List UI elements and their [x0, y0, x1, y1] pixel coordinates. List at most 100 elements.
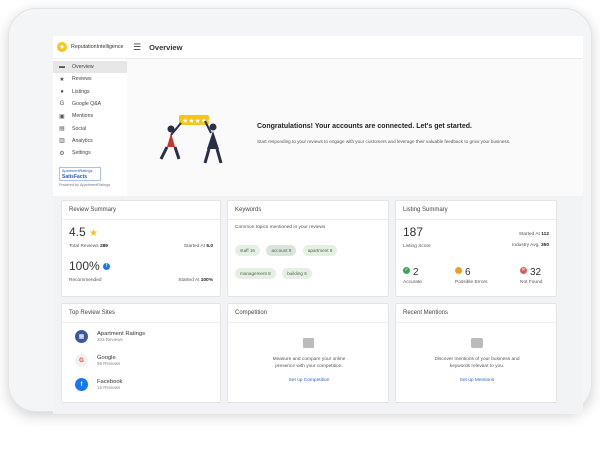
setup-mentions-link[interactable]: Set up Mentions: [396, 378, 558, 383]
notfound-stat: ✕ 32 Not Found: [520, 262, 542, 285]
keyword-chip[interactable]: management 8: [235, 268, 276, 279]
recommended-row: 100% f: [69, 259, 111, 273]
sidebar-item-overview[interactable]: ▬ Overview: [53, 61, 127, 74]
sidebar-item-label: Google Q&A: [72, 101, 102, 108]
card-title: Recent Mentions: [396, 304, 556, 323]
sidebar-item-label: Reviews: [72, 76, 92, 83]
listing-score-label: Listing Score: [403, 244, 431, 249]
google-icon: G: [75, 354, 88, 367]
mentions-text: Discover mentions of your business and k…: [434, 357, 520, 369]
setup-competition-link[interactable]: Set up Competition: [228, 378, 390, 383]
menu-icon[interactable]: ☰: [133, 42, 141, 53]
sidebar-item-settings[interactable]: ⚙ Settings: [53, 147, 127, 159]
notfound-label: Not Found: [520, 280, 543, 285]
started-at: Started At 112: [519, 232, 549, 237]
sidebar-item-label: Analytics: [72, 137, 93, 144]
started-rating: Started At 5.0: [184, 244, 213, 249]
welcome-banner: ★★★★★ Congratulations! Your accounts are…: [127, 59, 583, 196]
total-reviews-value: 289: [99, 244, 108, 249]
sidebar-item-google-qa[interactable]: G Google Q&A: [53, 98, 127, 110]
industry-value: 350: [540, 243, 549, 248]
svg-text:★★★★★: ★★★★★: [182, 117, 213, 125]
sidebar-item-mentions[interactable]: ▣ Mentions: [53, 110, 127, 122]
overview-icon: ▬: [59, 64, 65, 71]
keywords-card: Keywords Common topics mentioned in your…: [227, 200, 389, 297]
accurate-value: 2: [413, 267, 419, 278]
powered-by-text: Powered by ApartmentRatings: [59, 183, 111, 187]
total-reviews-label: Total Reviews: [69, 244, 99, 249]
sidebar-item-analytics[interactable]: ▥ Analytics: [53, 135, 127, 147]
card-title: Competition: [228, 304, 388, 323]
keyword-chip[interactable]: apartment 8: [302, 245, 338, 256]
keyword-chip[interactable]: staff 16: [235, 245, 260, 256]
industry-label: Industry Avg.: [511, 243, 540, 248]
site-reviews: 15 Reviews: [97, 385, 121, 390]
page-title: Overview: [149, 42, 183, 52]
accurate-label: Accurate: [403, 280, 422, 285]
brand: ★ ReputationIntelligence: [53, 36, 127, 59]
competition-text: Measure and compare your online presence…: [272, 357, 346, 369]
warning-icon: [455, 267, 462, 275]
site-reviews: 203 Reviews: [97, 337, 123, 342]
mentions-icon: ▣: [59, 113, 65, 120]
started-label: Started At: [178, 278, 200, 283]
gear-icon: ⚙: [59, 150, 65, 157]
google-icon: G: [59, 101, 65, 108]
recent-mentions-card: Recent Mentions Discover mentions of you…: [395, 303, 557, 403]
errors-stat: 6 Possible Errors: [455, 262, 488, 285]
review-summary-card: Review Summary 4.5 ★ Total Reviews 289 S…: [61, 200, 221, 297]
apartment-ratings-icon: ▦: [75, 330, 88, 343]
star-icon: ★: [59, 76, 65, 83]
errors-label: Possible Errors: [455, 280, 488, 285]
recommended-value: 100%: [69, 259, 100, 273]
card-title: Listing Summary: [396, 201, 556, 220]
started-label: Started At: [183, 244, 205, 249]
listing-score: 187: [403, 225, 424, 239]
badge-top-text: ApartmentRatings: [62, 169, 93, 173]
facebook-icon: f: [75, 378, 88, 391]
listing-summary-card: Listing Summary 187 Listing Score Starte…: [395, 200, 557, 297]
location-icon: ●: [60, 88, 64, 95]
card-title: Review Summary: [62, 201, 220, 220]
rating-value: 4.5: [69, 225, 86, 239]
started-value: 112: [541, 232, 549, 237]
facebook-icon: f: [103, 263, 111, 271]
started-pct-value: 100%: [200, 278, 213, 283]
sidebar-item-label: Listings: [72, 88, 90, 95]
sidebar-item-label: Settings: [72, 150, 91, 157]
errors-value: 6: [465, 267, 471, 278]
started-pct: Started At 100%: [178, 278, 213, 283]
tablet-frame: ★ ReputationIntelligence ▬ Overview ★ Revi…: [8, 8, 592, 414]
started-rating-value: 5.0: [206, 244, 213, 249]
sidebar-item-listings[interactable]: ● Listings: [53, 86, 127, 98]
accurate-stat: ✓ 2 Accurate: [403, 262, 422, 285]
brand-logo-icon: ★: [57, 42, 67, 52]
bar-chart-icon: [303, 338, 314, 348]
keyword-chips: staff 16 account 9 apartment 8 managemen…: [235, 239, 385, 285]
analytics-icon: ▥: [59, 138, 65, 145]
check-icon: ✓: [403, 267, 410, 275]
notfound-value: 32: [530, 267, 542, 278]
sidebar-item-reviews[interactable]: ★ Reviews: [53, 73, 127, 85]
keyword-chip[interactable]: building 6: [282, 268, 312, 279]
welcome-text: Start responding to your reviews to enga…: [257, 139, 511, 144]
star-icon: ★: [89, 228, 98, 239]
card-title: Keywords: [228, 201, 388, 220]
card-title: Top Review Sites: [62, 304, 220, 323]
keyword-chip[interactable]: account 9: [266, 245, 297, 256]
error-icon: ✕: [520, 267, 527, 275]
social-icon: ▤: [59, 126, 65, 133]
rating-row: 4.5 ★: [69, 225, 98, 239]
satisfacts-badge[interactable]: ApartmentRatings SatisFacts: [59, 167, 101, 181]
site-row[interactable]: ▦ Apartment Ratings 203 Reviews: [75, 330, 145, 343]
site-reviews: 59 Reviews: [97, 361, 121, 366]
sidebar: ★ ReputationIntelligence ▬ Overview ★ Revi…: [53, 36, 128, 196]
sidebar-item-label: Overview: [72, 64, 94, 71]
site-row[interactable]: G Google 59 Reviews: [75, 354, 120, 367]
site-row[interactable]: f Facebook 15 Reviews: [75, 378, 122, 391]
industry-avg: Industry Avg. 350: [512, 243, 549, 248]
recommended-label: Recommended: [69, 278, 102, 283]
sidebar-item-social[interactable]: ▤ Social: [53, 122, 127, 134]
sidebar-nav: ▬ Overview ★ Reviews ● Listings G Google Q&A…: [53, 59, 127, 159]
started-label: Started At: [518, 232, 540, 237]
